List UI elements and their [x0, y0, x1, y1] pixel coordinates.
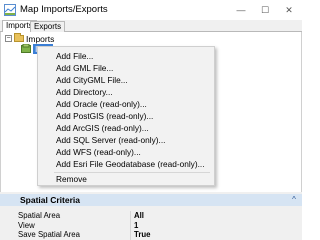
menu-item-add-esri-file-geodatabase[interactable]: Add Esri File Geodatabase (read-only)...: [56, 159, 205, 170]
folder-icon: [14, 33, 24, 42]
window-title: Map Imports/Exports: [20, 4, 108, 15]
property-value[interactable]: All: [134, 211, 144, 220]
chevron-up-icon[interactable]: ^: [289, 195, 299, 205]
menu-item-add-sql-server[interactable]: Add SQL Server (read-only)...: [56, 135, 165, 146]
menu-item-add-gml-file[interactable]: Add GML File...: [56, 63, 113, 74]
property-divider: [130, 211, 131, 221]
property-label: Save Spatial Area: [18, 230, 80, 239]
property-value[interactable]: True: [134, 230, 150, 239]
map-imports-exports-window: Map Imports/Exports — ☐ ✕ Imports Export…: [0, 0, 302, 240]
minimize-button[interactable]: —: [230, 0, 252, 20]
property-row[interactable]: Save Spatial Area True: [0, 230, 302, 240]
tab-exports[interactable]: Exports: [30, 21, 66, 32]
menu-separator: [54, 172, 210, 173]
context-menu: Add File... Add GML File... Add CityGML …: [37, 46, 215, 186]
property-value[interactable]: 1: [134, 221, 138, 230]
menu-item-add-arcgis[interactable]: Add ArcGIS (read-only)...: [56, 123, 149, 134]
property-label: Spatial Area: [18, 211, 61, 220]
menu-item-remove[interactable]: Remove: [56, 174, 87, 185]
map-icon: [4, 4, 16, 16]
menu-item-add-directory[interactable]: Add Directory...: [56, 87, 113, 98]
property-row[interactable]: Spatial Area All: [0, 211, 302, 221]
menu-item-add-oracle[interactable]: Add Oracle (read-only)...: [56, 99, 147, 110]
spatial-criteria-title: Spatial Criteria: [20, 195, 80, 205]
tab-strip: Imports Exports: [0, 20, 302, 33]
close-button[interactable]: ✕: [278, 0, 300, 20]
menu-item-add-citygml-file[interactable]: Add CityGML File...: [56, 75, 128, 86]
property-divider: [130, 230, 131, 240]
property-label: View: [18, 221, 35, 230]
menu-item-add-file[interactable]: Add File...: [56, 51, 93, 62]
menu-item-add-postgis[interactable]: Add PostGIS (read-only)...: [56, 111, 153, 122]
maximize-button[interactable]: ☐: [254, 0, 276, 20]
spatial-criteria-header[interactable]: Spatial Criteria ^: [0, 194, 302, 206]
collapse-toggle-icon[interactable]: −: [5, 35, 12, 42]
title-bar: Map Imports/Exports — ☐ ✕: [0, 0, 302, 20]
menu-item-add-wfs[interactable]: Add WFS (read-only)...: [56, 147, 141, 158]
layer-icon: [21, 44, 31, 53]
tree-node-label: Imports: [26, 33, 55, 44]
